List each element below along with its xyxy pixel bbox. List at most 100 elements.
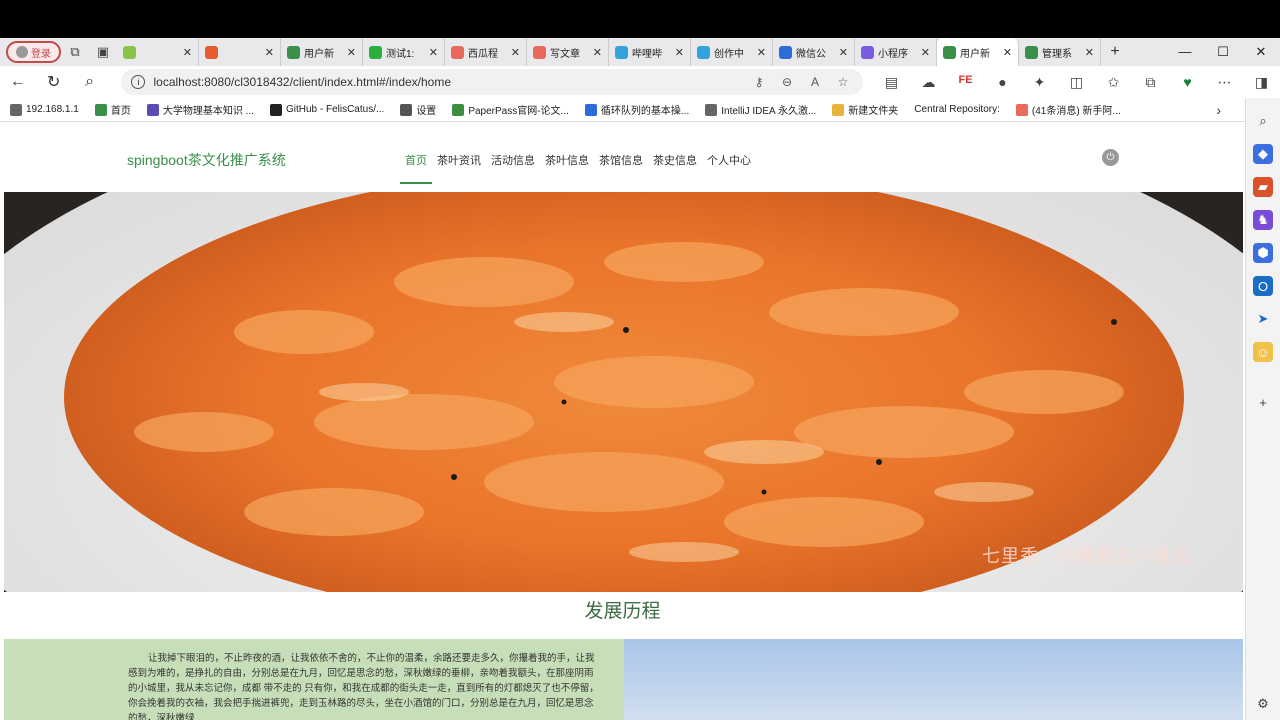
bookmark-label: 192.168.1.1 bbox=[26, 104, 79, 115]
close-tab-icon[interactable]: ✕ bbox=[511, 46, 520, 59]
workspaces-icon[interactable]: ⧉ bbox=[61, 38, 89, 66]
browser-tab[interactable]: 用户新 ✕ bbox=[937, 38, 1019, 66]
puzzle-icon[interactable]: ✦ bbox=[1021, 74, 1058, 91]
tab-collections-icon[interactable]: ⧉ bbox=[1132, 74, 1169, 91]
bookmark-item[interactable]: GitHub - FelisCatus/... bbox=[269, 103, 384, 116]
add-icon[interactable]: + bbox=[1253, 392, 1273, 412]
bookmark-item[interactable]: PaperPass官网-论文... bbox=[452, 102, 569, 117]
close-tab-icon[interactable]: ✕ bbox=[593, 46, 602, 59]
tab-title: 测试1: bbox=[386, 48, 415, 60]
url-text[interactable]: localhost:8080/cl3018432/client/index.ht… bbox=[153, 75, 451, 89]
browser-tab[interactable]: ✕ bbox=[199, 38, 281, 66]
close-tab-icon[interactable]: ✕ bbox=[429, 46, 438, 59]
menu-item[interactable]: 活动信息 bbox=[486, 144, 540, 184]
cloud-icon[interactable]: ☁ bbox=[910, 74, 947, 91]
close-tab-icon[interactable]: ✕ bbox=[1085, 46, 1094, 59]
address-toolbar: ← ↻ ⌕ i localhost:8080/cl3018432/client/… bbox=[0, 66, 1280, 98]
browser-tab[interactable]: 西瓜程 ✕ bbox=[445, 38, 527, 66]
profile-label: 登录 bbox=[31, 48, 51, 60]
close-tab-icon[interactable]: ✕ bbox=[839, 46, 848, 59]
profile-button[interactable]: 登录 bbox=[6, 41, 61, 63]
minimize-icon[interactable]: — bbox=[1166, 44, 1204, 60]
favorite-star-icon[interactable]: ☆ bbox=[833, 75, 853, 89]
page-icon bbox=[10, 103, 22, 116]
zoom-icon[interactable]: ⊖ bbox=[777, 75, 797, 89]
send-icon[interactable]: ➤ bbox=[1253, 309, 1273, 329]
site-brand[interactable]: spingboot茶文化推广系统 bbox=[127, 150, 286, 170]
tab-actions-icon[interactable]: ▣ bbox=[89, 38, 117, 66]
browser-tab[interactable]: 微信公 ✕ bbox=[773, 38, 855, 66]
close-tab-icon[interactable]: ✕ bbox=[921, 46, 930, 59]
power-icon[interactable]: ⏻ bbox=[1102, 149, 1119, 166]
close-tab-icon[interactable]: ✕ bbox=[265, 46, 274, 59]
browser-tab[interactable]: 测试1: ✕ bbox=[363, 38, 445, 66]
close-tab-icon[interactable]: ✕ bbox=[347, 46, 356, 59]
outlook-icon[interactable]: O bbox=[1253, 276, 1273, 296]
menu-item[interactable]: 首页 bbox=[400, 144, 432, 184]
main-menu: 首页 茶叶资讯 活动信息 茶叶信息 茶馆信息 茶史信息 个人中心 bbox=[400, 144, 756, 184]
browser-essentials-icon[interactable]: ♥ bbox=[1169, 74, 1206, 91]
bookmark-item[interactable]: 新建文件夹 bbox=[832, 102, 898, 117]
bookmark-item[interactable]: 大学物理基本知识 ... bbox=[146, 102, 254, 117]
wechat-icon bbox=[369, 45, 382, 59]
address-bar[interactable]: i localhost:8080/cl3018432/client/index.… bbox=[121, 69, 863, 95]
circle-extension-icon[interactable]: ● bbox=[984, 74, 1021, 91]
banner-image[interactable]: 七里香 - 你需要的小青瓜 bbox=[4, 192, 1243, 592]
browser-tab[interactable]: 写文章 ✕ bbox=[527, 38, 609, 66]
menu-item[interactable]: 茶史信息 bbox=[648, 144, 702, 184]
browser-tab[interactable]: 创作中 ✕ bbox=[691, 38, 773, 66]
menu-item[interactable]: 茶叶信息 bbox=[540, 144, 594, 184]
pp-icon bbox=[452, 103, 465, 116]
cube-icon[interactable]: ⬢ bbox=[1253, 243, 1273, 263]
browser-tab[interactable]: 用户新 ✕ bbox=[281, 38, 363, 66]
close-tab-icon[interactable]: ✕ bbox=[1003, 46, 1012, 59]
vue-icon bbox=[287, 45, 300, 59]
github-icon bbox=[269, 103, 282, 116]
briefcase-icon[interactable]: ▰ bbox=[1253, 177, 1273, 197]
tag-icon[interactable]: ◆ bbox=[1253, 144, 1273, 164]
browser-tab[interactable]: 管理系 ✕ bbox=[1019, 38, 1101, 66]
search-icon[interactable]: ⌕ bbox=[1253, 111, 1273, 131]
collections-icon[interactable]: ▤ bbox=[873, 74, 910, 91]
menu-item[interactable]: 个人中心 bbox=[702, 144, 756, 184]
web-page: spingboot茶文化推广系统 首页 茶叶资讯 活动信息 茶叶信息 茶馆信息 茶史信息个… bbox=[0, 122, 1245, 720]
browser-tab[interactable]: ✕ bbox=[117, 38, 199, 66]
favorites-icon[interactable]: ✩ bbox=[1095, 74, 1132, 91]
read-aloud-icon[interactable]: A bbox=[805, 75, 825, 89]
close-window-icon[interactable]: ✕ bbox=[1242, 44, 1280, 60]
new-tab-button[interactable]: + bbox=[1101, 43, 1129, 61]
menu-item[interactable]: 茶馆信息 bbox=[594, 144, 648, 184]
browser-tab[interactable]: 哔哩哔 ✕ bbox=[609, 38, 691, 66]
browser-tab[interactable]: 小程序 ✕ bbox=[855, 38, 937, 66]
link-icon bbox=[205, 45, 218, 59]
bookmark-item[interactable]: IntelliJ IDEA 永久激... bbox=[705, 102, 816, 117]
back-icon[interactable]: ← bbox=[0, 73, 36, 91]
browser-tab-strip: 登录 ⧉ ▣ ✕ ✕ 用户新 ✕ 测试1: ✕ 西瓜程 ✕ 写文章 ✕ 哔哩哔 ✕ 创作中 ✕ 微信公 ✕ 小程… bbox=[0, 38, 1280, 66]
chevron-right-icon[interactable]: › bbox=[1216, 102, 1221, 118]
close-tab-icon[interactable]: ✕ bbox=[675, 46, 684, 59]
star-icon bbox=[146, 103, 159, 116]
split-screen-icon[interactable]: ◫ bbox=[1058, 74, 1095, 91]
bookmark-item[interactable]: 循环队列的基本操... bbox=[584, 102, 689, 117]
close-tab-icon[interactable]: ✕ bbox=[183, 46, 192, 59]
fe-extension-icon[interactable]: FE bbox=[947, 74, 984, 91]
menu-item[interactable]: 茶叶资讯 bbox=[432, 144, 486, 184]
refresh-icon[interactable]: ↻ bbox=[36, 72, 72, 92]
settings-icon[interactable]: ⚙ bbox=[1253, 694, 1273, 714]
cat-icon[interactable]: ☺ bbox=[1253, 342, 1273, 362]
sidebar-toggle-icon[interactable]: ◨ bbox=[1243, 74, 1280, 91]
site-info-icon[interactable]: i bbox=[131, 75, 146, 89]
chess-icon[interactable]: ♞ bbox=[1253, 210, 1273, 230]
more-menu-icon[interactable]: ⋯ bbox=[1206, 74, 1243, 91]
bookmark-label: 设置 bbox=[416, 106, 437, 117]
bookmark-item[interactable]: 设置 bbox=[400, 102, 436, 117]
close-tab-icon[interactable]: ✕ bbox=[757, 46, 766, 59]
search-icon[interactable]: ⌕ bbox=[72, 73, 108, 91]
tab-title: 写文章 bbox=[550, 48, 580, 60]
bookmark-item[interactable]: 首页 bbox=[94, 102, 131, 117]
bookmark-item[interactable]: (41条消息) 新手阿... bbox=[1015, 102, 1121, 117]
bookmark-item[interactable]: Central Repository: bbox=[914, 104, 1000, 115]
key-icon[interactable]: ⚷ bbox=[749, 75, 769, 89]
bookmark-item[interactable]: 192.168.1.1 bbox=[10, 103, 79, 116]
maximize-icon[interactable]: ☐ bbox=[1204, 44, 1242, 60]
